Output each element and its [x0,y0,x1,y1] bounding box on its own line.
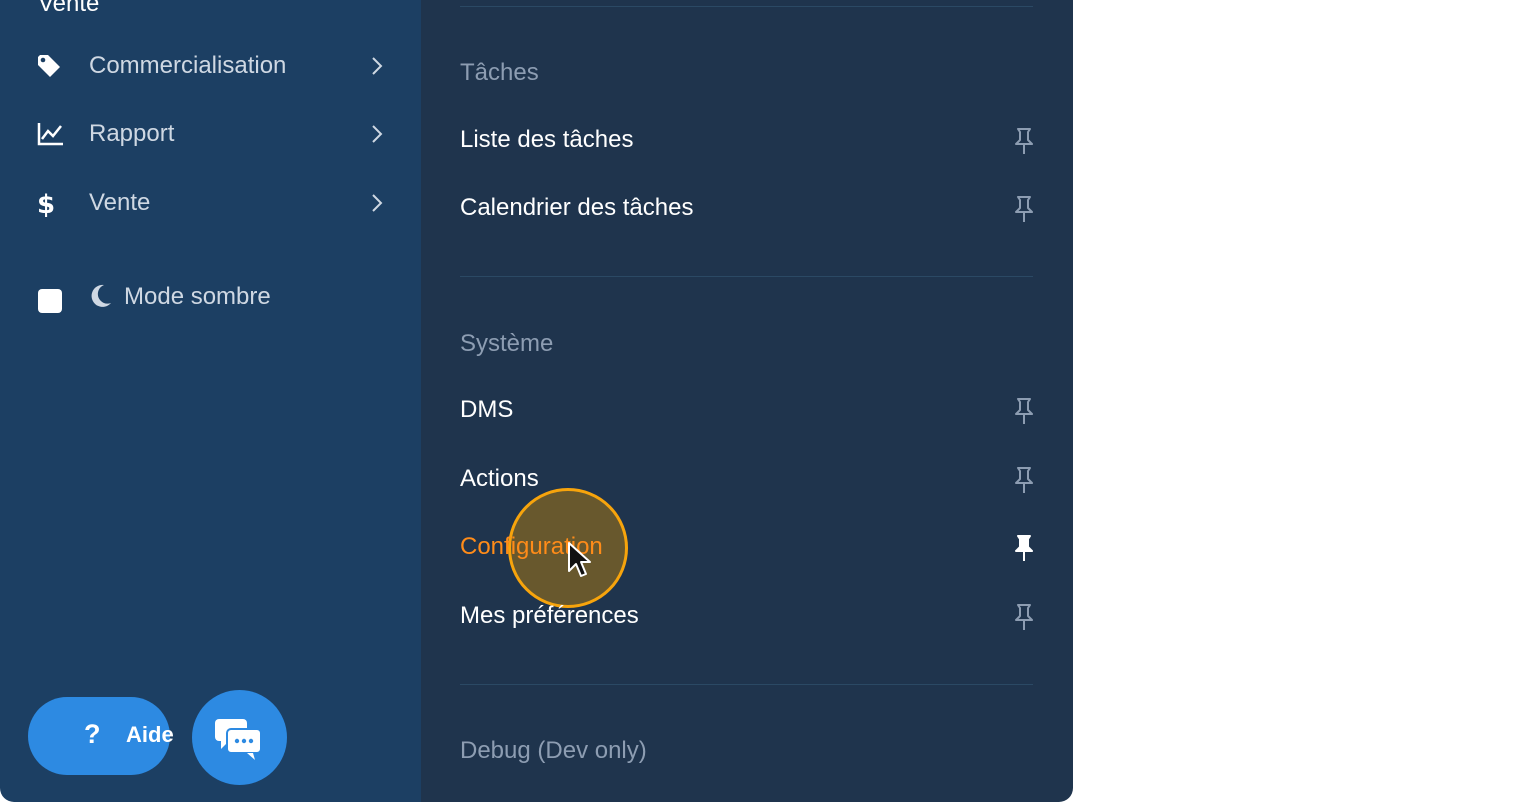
svg-text:$: $ [37,190,55,218]
dark-mode-toggle: Mode sombre [0,275,421,321]
sidebar-item-label: Vente [89,189,151,216]
pin-outline-icon[interactable] [1012,127,1036,155]
main-sidebar: Vente Commercialisation Rapport $ Vente [0,0,421,802]
help-button[interactable]: ? Aide [28,697,174,775]
pin-outline-icon[interactable] [1012,466,1036,494]
chat-bubbles-icon [215,719,262,760]
submenu-panel: Tâches Liste des tâches Calendrier des t… [421,0,1073,802]
pin-outline-icon[interactable] [1012,195,1036,223]
sidebar-section-title: Vente [38,0,100,17]
divider [460,6,1033,7]
dark-mode-checkbox[interactable] [38,289,62,313]
menu-item-label: Liste des tâches [460,126,634,153]
menu-item-actions[interactable]: Actions [421,455,1073,505]
section-title-debug: Debug (Dev only) [460,737,647,764]
sidebar-item-vente[interactable]: $ Vente [0,178,421,228]
section-title-taches: Tâches [460,59,539,86]
menu-item-calendrier-des-taches[interactable]: Calendrier des tâches [421,184,1073,234]
help-button-label: Aide [126,722,174,747]
pin-outline-icon[interactable] [1012,603,1036,631]
question-icon: ? [84,719,101,749]
menu-item-mes-preferences[interactable]: Mes préférences [421,592,1073,642]
dark-mode-label[interactable]: Mode sombre [124,283,271,311]
sidebar-item-commercialisation[interactable]: Commercialisation [0,41,421,91]
menu-item-configuration[interactable]: Configuration [421,523,1073,573]
divider [460,684,1033,685]
chevron-right-icon [368,55,386,77]
pin-outline-icon[interactable] [1012,397,1036,425]
pin-filled-icon[interactable] [1012,534,1036,562]
line-chart-icon [36,121,64,147]
divider [460,276,1033,277]
menu-item-label: Actions [460,465,539,492]
menu-item-liste-des-taches[interactable]: Liste des tâches [421,116,1073,166]
sidebar-item-label: Commercialisation [89,52,287,79]
menu-item-label: Mes préférences [460,602,639,629]
chevron-right-icon [368,192,386,214]
sidebar-item-rapport[interactable]: Rapport [0,109,421,159]
dollar-icon: $ [36,190,64,220]
section-title-systeme: Système [460,330,554,357]
menu-item-label: Configuration [460,533,603,560]
chevron-right-icon [368,123,386,145]
sidebar-item-label: Rapport [89,120,175,147]
menu-item-label: Calendrier des tâches [460,194,694,221]
chat-button[interactable] [192,690,287,785]
moon-icon [88,283,112,309]
menu-item-label: DMS [460,396,514,423]
tag-icon [36,53,64,79]
menu-item-dms[interactable]: DMS [421,386,1073,436]
